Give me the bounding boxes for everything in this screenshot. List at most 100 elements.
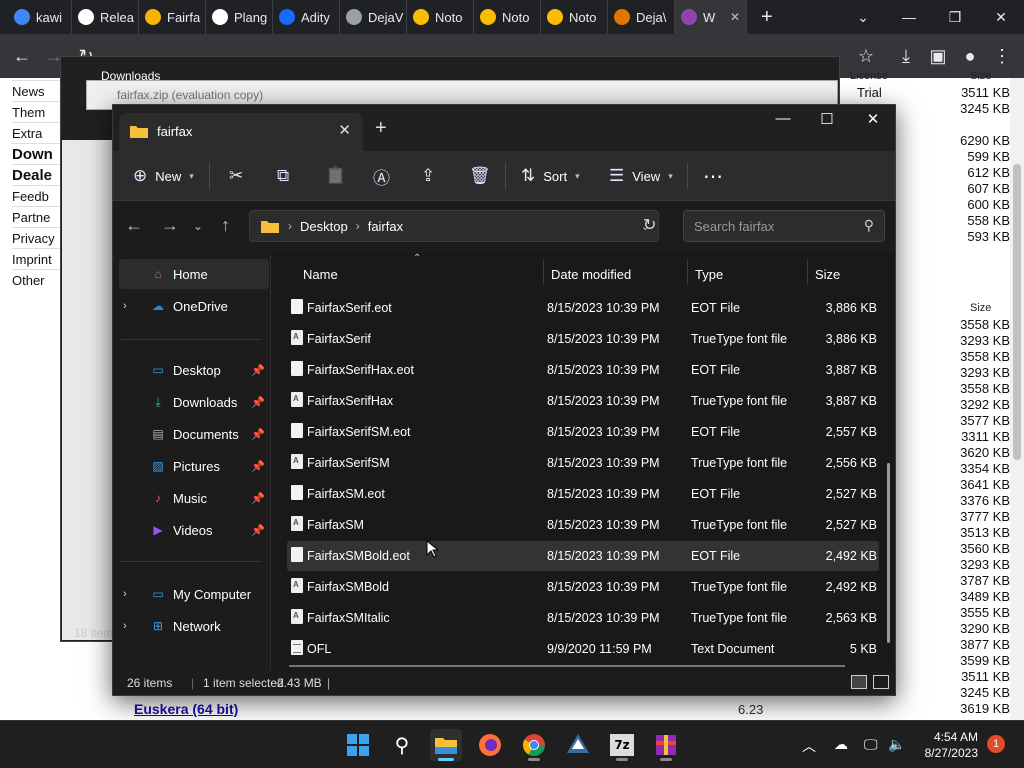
breadcrumb-fairfax[interactable]: fairfax [368, 219, 403, 234]
file-row[interactable]: FairfaxSM.eot 8/15/2023 10:39 PM EOT File 2… [287, 479, 879, 509]
file-row[interactable]: FairfaxSM 8/15/2023 10:39 PM TrueType font… [287, 510, 879, 540]
chrome-tab[interactable]: Deja\ [608, 0, 675, 34]
file-row[interactable]: FairfaxSMItalic 8/15/2023 10:39 PM TrueTyp… [287, 603, 879, 633]
nav-item-network[interactable]: › ⊞ Network [119, 611, 269, 641]
side-panel-icon[interactable]: ▣ [926, 44, 950, 68]
chrome-tab[interactable]: Noto [474, 0, 541, 34]
back-icon[interactable]: ← [10, 44, 34, 68]
file-row[interactable]: OFL 9/9/2020 11:59 PM Text Document 5 KB [287, 634, 879, 664]
network-tray-icon[interactable]: ☁ [834, 736, 848, 753]
close-button[interactable]: ✕ [978, 0, 1024, 34]
nav-item-my-computer[interactable]: › ▭ My Computer [119, 579, 269, 609]
file-row[interactable]: FairfaxSMBold 8/15/2023 10:39 PM TrueType … [287, 572, 879, 602]
show-hidden-icons[interactable]: ︿ [802, 736, 816, 756]
taskbar-inkscape[interactable] [562, 729, 594, 761]
refresh-icon[interactable]: ↻ [643, 215, 656, 235]
taskbar-file-explorer[interactable] [430, 729, 462, 761]
details-view-icon[interactable] [851, 675, 867, 689]
taskbar-chrome[interactable] [518, 729, 550, 761]
explorer-close-button[interactable]: ✕ [853, 110, 893, 128]
nav-item-desktop[interactable]: ▭ Desktop 📌 [119, 355, 269, 385]
profile-icon[interactable]: ● [958, 44, 982, 68]
chrome-tab[interactable]: Noto [541, 0, 608, 34]
expand-chevron-icon[interactable]: › [123, 588, 139, 600]
nav-item-documents[interactable]: ▤ Documents 📌 [119, 419, 269, 449]
chrome-tab[interactable]: Adity [273, 0, 340, 34]
chrome-tab[interactable]: Plang [206, 0, 273, 34]
forward-icon[interactable]: → [161, 215, 179, 236]
download-icon[interactable]: ⤓ [894, 44, 918, 68]
file-list-scrollbar[interactable] [887, 463, 890, 643]
view-button[interactable]: ☰ View ▾ [609, 163, 673, 189]
explorer-minimize-button[interactable]: — [763, 110, 803, 127]
address-bar[interactable]: › Desktop › fairfax ⌄ [249, 210, 659, 242]
chrome-tab[interactable]: Relea [72, 0, 139, 34]
search-input[interactable]: Search fairfax ⚲ [683, 210, 885, 242]
start-button[interactable] [342, 729, 374, 761]
column-date-modified[interactable]: Date modified [551, 261, 631, 289]
restore-button[interactable]: ❐ [932, 0, 978, 34]
nav-item-downloads[interactable]: ⤓ Downloads 📌 [119, 387, 269, 417]
nav-item-home[interactable]: ⌂ Home [119, 259, 269, 289]
tiles-view-icon[interactable] [873, 675, 889, 689]
recent-locations-icon[interactable]: ⌄ [193, 219, 203, 233]
bookmark-star-icon[interactable]: ☆ [854, 44, 878, 68]
taskbar-search-icon[interactable]: ⚲ [386, 729, 418, 761]
notification-badge[interactable]: 1 [987, 735, 1005, 753]
up-icon[interactable]: ↑ [221, 215, 230, 236]
chrome-tab[interactable]: DejaV [340, 0, 407, 34]
back-icon[interactable]: ← [125, 215, 143, 236]
column-name[interactable]: Name [303, 261, 338, 289]
taskbar-firefox[interactable] [474, 729, 506, 761]
file-row[interactable]: FairfaxSerifHax.eot 8/15/2023 10:39 PM EOT… [287, 355, 879, 385]
paste-button[interactable]: 📋 [325, 163, 346, 189]
share-icon: ⇪ [421, 166, 436, 185]
page-scrollbar[interactable] [1010, 78, 1024, 720]
nav-item-onedrive[interactable]: › ☁ OneDrive [119, 291, 269, 321]
chrome-tab[interactable]: Fairfa [139, 0, 206, 34]
file-row[interactable]: FairfaxSerif 8/15/2023 10:39 PM TrueType f… [287, 324, 879, 354]
minimize-button[interactable]: — [886, 0, 932, 34]
lang-download-link[interactable]: Euskera (64 bit) [134, 701, 238, 717]
display-tray-icon[interactable]: 🖵 [864, 736, 878, 753]
tab-search-icon[interactable]: ⌄ [840, 0, 886, 34]
file-row[interactable]: FairfaxSerifHax 8/15/2023 10:39 PM TrueTyp… [287, 386, 879, 416]
sort-button[interactable]: ⇅ Sort ▾ [521, 163, 580, 189]
expand-chevron-icon[interactable]: › [123, 300, 139, 312]
system-clock[interactable]: 4:54 AM 8/27/2023 [920, 729, 978, 761]
expand-chevron-icon[interactable]: › [123, 620, 139, 632]
chrome-tab[interactable]: kawi [0, 0, 72, 34]
file-icon [291, 547, 303, 562]
copy-button[interactable]: ⧉ [277, 163, 289, 189]
rename-button[interactable]: Ⓐ [373, 163, 390, 189]
file-row[interactable]: FairfaxSerif.eot 8/15/2023 10:39 PM EOT Fi… [287, 293, 879, 323]
explorer-maximize-button[interactable]: ☐ [807, 110, 847, 128]
close-tab-icon[interactable]: ✕ [730, 10, 740, 24]
file-row[interactable]: FairfaxSerifSM 8/15/2023 10:39 PM TrueType… [287, 448, 879, 478]
breadcrumb-desktop[interactable]: Desktop [300, 219, 348, 234]
delete-button[interactable]: 🗑 [469, 163, 491, 189]
taskbar-winrar[interactable] [650, 729, 682, 761]
nav-item-music[interactable]: ♪ Music 📌 [119, 483, 269, 513]
new-tab-icon[interactable]: + [375, 117, 387, 140]
chrome-tab[interactable]: W ✕ [675, 0, 747, 34]
share-button[interactable]: ⇪ [421, 163, 435, 189]
selected-size: 2.43 MB [277, 676, 322, 690]
chrome-tab[interactable]: Noto [407, 0, 474, 34]
horizontal-scrollbar[interactable] [289, 665, 845, 667]
nav-item-pictures[interactable]: ▨ Pictures 📌 [119, 451, 269, 481]
cut-button[interactable]: ✂ [229, 163, 243, 189]
close-tab-icon[interactable]: ✕ [338, 121, 351, 139]
new-tab-icon[interactable]: + [747, 6, 787, 29]
column-size[interactable]: Size [815, 261, 840, 289]
taskbar-7zip[interactable]: 7z [606, 729, 638, 761]
nav-item-videos[interactable]: ▶ Videos 📌 [119, 515, 269, 545]
chrome-menu-icon[interactable]: ⋮ [990, 44, 1014, 68]
file-row[interactable]: FairfaxSMBold.eot 8/15/2023 10:39 PM EOT F… [287, 541, 879, 571]
file-row[interactable]: FairfaxSerifSM.eot 8/15/2023 10:39 PM EOT … [287, 417, 879, 447]
column-type[interactable]: Type [695, 261, 723, 289]
more-options-button[interactable]: ⋯ [703, 163, 723, 189]
volume-icon[interactable]: 🔈 [888, 736, 905, 753]
new-button[interactable]: ⊕ New ▾ [133, 163, 194, 189]
explorer-tab[interactable]: fairfax ✕ [119, 113, 363, 151]
